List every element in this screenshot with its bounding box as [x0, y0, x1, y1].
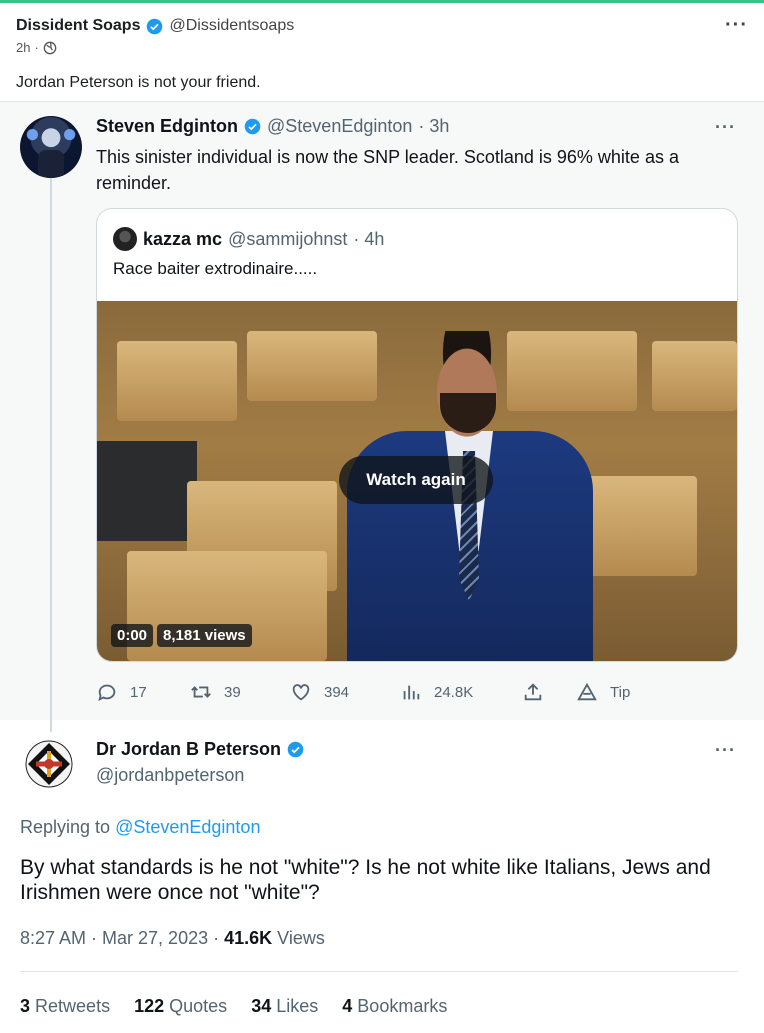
tweet-author-name[interactable]: Steven Edginton [96, 116, 238, 137]
quoted-tweet-time[interactable]: · 4h [353, 229, 384, 250]
reply-author-handle[interactable]: @jordanbpeterson [96, 765, 244, 786]
retweet-count: 39 [224, 683, 241, 701]
verified-badge-icon [244, 118, 261, 135]
reply-text: By what standards is he not "white"? Is … [20, 856, 711, 904]
reply-views-label: Views [272, 928, 325, 948]
verified-badge-icon [147, 18, 163, 34]
share-button[interactable] [522, 681, 544, 703]
video-scene-desk [247, 331, 377, 401]
video-scene-desk [577, 476, 697, 576]
tip-button[interactable]: Tip [576, 681, 630, 703]
video-timestamp: 0:00 [111, 624, 154, 647]
replying-to-line: Replying to @StevenEdginton [20, 817, 260, 838]
reply-more-menu-icon[interactable]: ··· [715, 740, 736, 761]
tweet-action-bar: 17 39 394 24.8K Tip [96, 678, 656, 706]
video-scene-desk [507, 331, 637, 411]
verified-badge-icon [287, 741, 304, 758]
post-meta: 2h · [16, 40, 57, 55]
tweet-text: This sinister individual is now the SNP … [96, 147, 679, 193]
quoted-tweet-header: kazza mc @sammijohnst · 4h [113, 227, 384, 251]
divider [20, 971, 738, 972]
avatar-figure [38, 150, 64, 178]
likes-count: 34 [251, 996, 272, 1016]
reply-timestamp[interactable]: 8:27 AM · Mar 27, 2023 · [20, 928, 224, 948]
post-more-menu-icon[interactable]: ··· [725, 14, 748, 37]
reply-meta: 8:27 AM · Mar 27, 2023 · 41.6K Views [20, 928, 325, 949]
tweet-time[interactable]: · 3h [418, 116, 449, 137]
quoted-tweet-text: Race baiter extrodinaire..... [113, 259, 318, 278]
retweets-count: 3 [20, 996, 31, 1016]
reply-stats: 3 Retweets 122 Quotes 34 Likes 4 Bookmar… [20, 996, 447, 1017]
replying-to-mention-link[interactable]: @StevenEdginton [115, 817, 260, 837]
quotes-count: 122 [134, 996, 165, 1016]
like-button[interactable]: 394 [290, 681, 349, 703]
view-count: 24.8K [434, 683, 474, 701]
post-body-text: Jordan Peterson is not your friend. [16, 74, 261, 91]
video-scene-desk [652, 341, 737, 411]
avatar[interactable] [24, 739, 74, 789]
post-time[interactable]: 2h [16, 40, 30, 55]
tip-icon [577, 682, 597, 701]
likes-stat[interactable]: 34 Likes [251, 996, 318, 1017]
tweet-header: Steven Edginton @StevenEdginton · 3h [96, 116, 449, 137]
tip-label: Tip [610, 683, 631, 701]
retweet-button[interactable]: 39 [190, 681, 241, 703]
reply-author-name[interactable]: Dr Jordan B Peterson [96, 739, 281, 760]
reply-count: 17 [130, 683, 147, 701]
quotes-label: Quotes [169, 996, 228, 1016]
like-count: 394 [324, 683, 350, 701]
avatar-logo [25, 740, 73, 788]
retweets-label: Retweets [35, 996, 111, 1016]
globe-icon [43, 41, 57, 54]
heart-icon [292, 684, 310, 701]
video-player[interactable]: Watch again 0:00 8,181 views [97, 301, 737, 661]
retweets-stat[interactable]: 3 Retweets [20, 996, 110, 1017]
video-scene-monitor [97, 441, 197, 541]
quoted-tweet[interactable]: kazza mc @sammijohnst · 4h Race baiter e… [96, 208, 738, 662]
bookmarks-count: 4 [342, 996, 353, 1016]
tweet-more-menu-icon[interactable]: ··· [715, 117, 736, 138]
retweet-icon [191, 686, 211, 698]
video-stats: 0:00 8,181 views [111, 624, 252, 647]
thread-connector-line [50, 176, 52, 732]
bookmarks-stat[interactable]: 4 Bookmarks [342, 996, 447, 1017]
watch-again-button[interactable]: Watch again [339, 456, 493, 504]
post-author-handle[interactable]: @Dissidentsoaps [169, 17, 294, 35]
video-scene-desk [117, 341, 237, 421]
video-view-count: 8,181 views [157, 624, 252, 647]
views-button[interactable]: 24.8K [400, 681, 473, 703]
quotes-stat[interactable]: 122 Quotes [134, 996, 227, 1017]
replying-to-prefix: Replying to [20, 817, 111, 837]
top-accent-bar [0, 0, 764, 3]
bookmarks-label: Bookmarks [357, 996, 448, 1016]
bar-chart-icon [403, 685, 420, 700]
reply-view-count: 41.6K [224, 928, 273, 948]
tweet-author-handle[interactable]: @StevenEdginton [267, 116, 412, 137]
avatar[interactable] [113, 227, 137, 251]
quoted-author-handle[interactable]: @sammijohnst [228, 229, 347, 250]
share-icon [524, 683, 542, 701]
likes-label: Likes [276, 996, 319, 1016]
quoted-author-name[interactable]: kazza mc [143, 229, 222, 250]
reply-icon [98, 684, 116, 702]
reply-button[interactable]: 17 [96, 681, 147, 703]
reply-header: Dr Jordan B Peterson [96, 739, 304, 760]
post-meta-dot: · [34, 40, 39, 55]
avatar[interactable] [20, 116, 82, 178]
post-header: Dissident Soaps @Dissidentsoaps ··· [16, 14, 748, 38]
post-author-name[interactable]: Dissident Soaps [16, 17, 140, 35]
